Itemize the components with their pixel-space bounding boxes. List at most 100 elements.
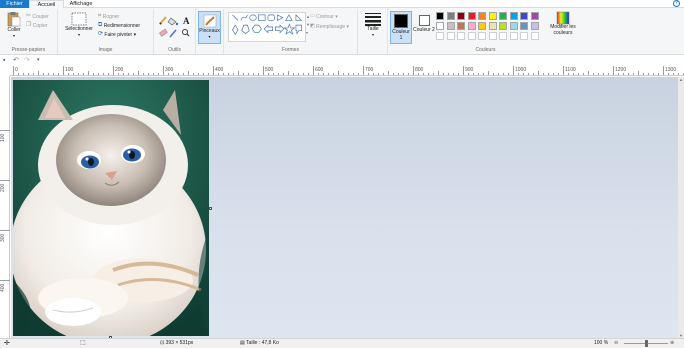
right-triangle-shape-icon[interactable] [295, 14, 303, 21]
copy-icon: ❐ [26, 22, 32, 28]
line-shape-icon[interactable] [232, 14, 239, 21]
callout-shape-icon[interactable] [295, 24, 302, 35]
star-shape-icon[interactable] [283, 23, 296, 35]
rotate-button[interactable]: ⟳ Faire pivoter ▾ [98, 31, 136, 39]
paste-button[interactable]: Coller ▾ [3, 11, 25, 39]
copy-button[interactable]: ❐ Copier [26, 22, 48, 30]
ruler-minor-tick [333, 73, 334, 75]
palette-swatch[interactable] [478, 12, 486, 20]
tab-file[interactable]: Fichier [0, 0, 29, 8]
rectangle-shape-icon[interactable] [258, 14, 266, 21]
resize-button[interactable]: ⧉ Redimensionner [98, 22, 140, 30]
tab-view[interactable]: Affichage [64, 0, 98, 8]
fill-button[interactable]: ◩ Remplissage ▾ [310, 23, 349, 31]
palette-swatch[interactable] [457, 12, 465, 20]
triangle-shape-icon[interactable] [285, 14, 293, 21]
ruler-tick [0, 280, 10, 281]
cut-button[interactable]: ✂ Couper [26, 13, 49, 21]
edit-colors-label: Modifier les couleurs [550, 24, 576, 36]
curve-shape-icon[interactable] [240, 14, 248, 21]
pentagon-shape-icon[interactable] [241, 24, 250, 34]
color1-button[interactable]: Couleur 1 [390, 11, 412, 44]
ruler-minor-tick [533, 73, 534, 75]
size-button[interactable]: Taille ▾ [361, 12, 385, 38]
crop-button[interactable]: ⌗ Rogner [98, 13, 119, 21]
palette-swatch[interactable] [488, 22, 497, 30]
palette-swatch[interactable] [530, 22, 539, 30]
magnifier-icon[interactable] [181, 28, 190, 37]
ruler-minor-tick [608, 73, 609, 75]
fill-bucket-icon[interactable] [167, 17, 179, 26]
shapes-gallery[interactable] [228, 12, 306, 42]
color2-button[interactable]: Couleur 2 [413, 11, 435, 33]
palette-swatch[interactable] [488, 12, 497, 20]
eraser-icon[interactable] [159, 28, 168, 37]
outline-button[interactable]: ▭ Contour ▾ [310, 13, 338, 21]
palette-swatch[interactable] [446, 32, 455, 40]
arrow-left-shape-icon[interactable] [263, 24, 273, 34]
color-picker-icon[interactable] [169, 29, 177, 38]
palette-swatch[interactable] [436, 12, 444, 20]
ruler-minor-tick [543, 73, 544, 75]
palette-swatch[interactable] [520, 32, 528, 40]
brushes-button[interactable]: Pinceaux ▾ [198, 11, 221, 44]
ruler-minor-tick [323, 73, 324, 75]
palette-swatch[interactable] [446, 12, 455, 20]
help-icon[interactable]: ? [673, 0, 680, 7]
redo-icon[interactable]: ↷ [24, 56, 30, 64]
customize-toolbar-icon[interactable]: ▾ [37, 57, 40, 63]
palette-swatch[interactable] [478, 22, 486, 30]
palette-swatch[interactable] [509, 32, 518, 40]
palette-swatch[interactable] [509, 22, 518, 30]
palette-swatch[interactable] [530, 12, 539, 20]
palette-swatch[interactable] [467, 12, 476, 20]
palette-swatch[interactable] [520, 12, 528, 20]
palette-swatch[interactable] [499, 12, 507, 20]
vertical-scrollbar[interactable]: ▲ ▼ [678, 77, 684, 338]
select-button[interactable]: Sélectionner ▾ [60, 12, 98, 38]
save-icon[interactable]: ▪ [3, 57, 5, 64]
resize-handle-right[interactable] [209, 207, 212, 210]
palette-swatch[interactable] [467, 32, 476, 40]
ruler-minor-tick [278, 73, 279, 75]
tab-home[interactable]: Accueil [29, 0, 64, 8]
palette-swatch[interactable] [478, 32, 486, 40]
palette-swatch[interactable] [509, 12, 518, 20]
diamond-shape-icon[interactable] [232, 24, 239, 36]
zoom-slider-thumb[interactable] [645, 340, 648, 347]
palette-swatch[interactable] [436, 22, 444, 30]
palette-swatch[interactable] [446, 22, 455, 30]
ruler-label: 100 [0, 133, 6, 142]
palette-swatch[interactable] [467, 22, 476, 30]
palette-swatch[interactable] [520, 22, 528, 30]
vertical-ruler: 100 200 300 400 [0, 76, 10, 338]
polygon-shape-icon[interactable] [276, 14, 284, 21]
ruler-minor-tick [483, 73, 484, 75]
shapes-scroll[interactable]: ▲ ▼ ▾ [306, 13, 310, 43]
scroll-up-icon[interactable]: ▲ [679, 77, 683, 82]
pencil-icon[interactable] [159, 16, 167, 25]
palette-swatch[interactable] [499, 22, 507, 30]
hexagon-shape-icon[interactable] [251, 24, 262, 33]
edit-colors-button[interactable]: Modifier les couleurs [546, 11, 580, 36]
palette-swatch[interactable] [436, 32, 444, 40]
text-icon[interactable]: A [183, 16, 190, 26]
ruler-minor-tick [548, 73, 549, 75]
ruler-minor-tick [348, 73, 349, 75]
zoom-out-icon[interactable]: ⊖ [614, 339, 618, 348]
ruler-label: 200 [0, 183, 6, 192]
palette-swatch[interactable] [488, 32, 497, 40]
palette-swatch[interactable] [499, 32, 507, 40]
image-canvas[interactable] [13, 80, 209, 336]
oval-shape-icon[interactable] [249, 14, 257, 21]
edit-colors-icon [556, 11, 570, 25]
arrow-right-shape-icon[interactable] [275, 24, 285, 34]
palette-swatch[interactable] [457, 32, 465, 40]
zoom-in-icon[interactable]: ⊕ [670, 339, 674, 348]
palette-swatch[interactable] [530, 32, 539, 40]
ruler-minor-tick [148, 73, 149, 75]
undo-icon[interactable]: ↶ [13, 56, 19, 64]
canvas-workspace[interactable] [11, 77, 678, 339]
palette-swatch[interactable] [457, 22, 465, 30]
rounded-rectangle-shape-icon[interactable] [267, 14, 275, 21]
